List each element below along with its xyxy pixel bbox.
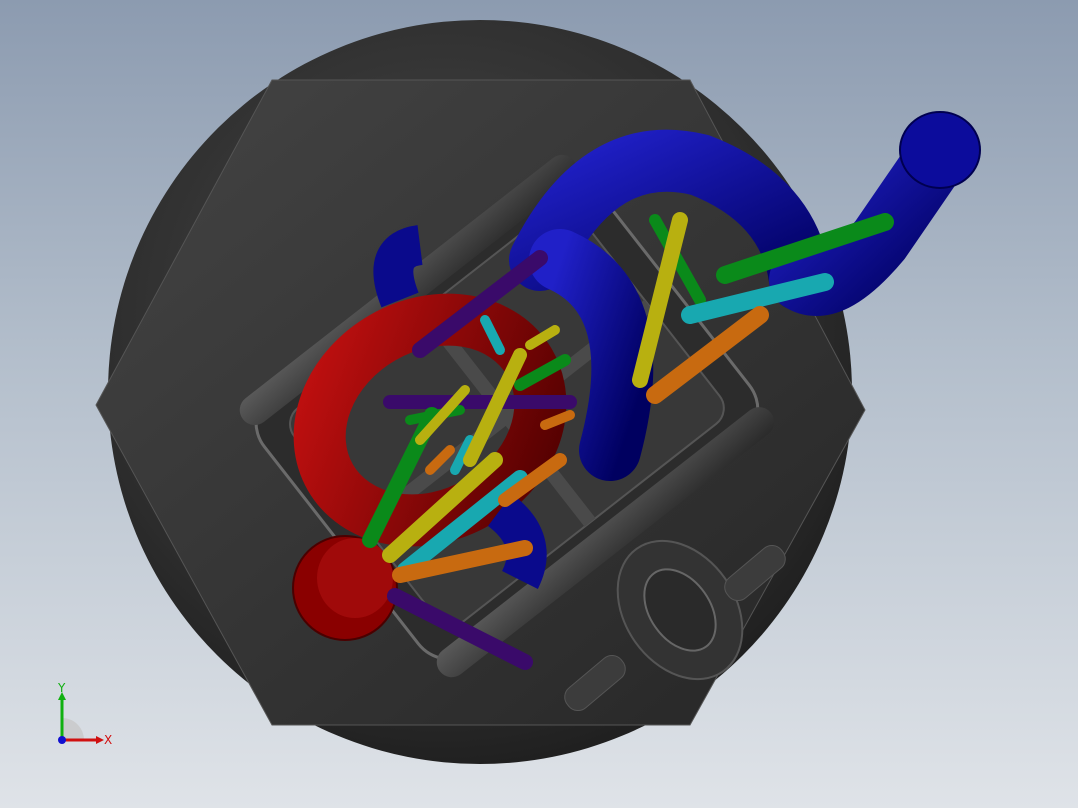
z-axis [58,736,66,744]
3d-model-render[interactable] [0,0,1078,808]
x-axis-label: X [104,733,112,747]
axis-triad: Y X [57,681,112,747]
graphics-viewport[interactable]: Y X [0,0,1078,808]
triad-arc [62,718,84,740]
x-arrow [96,736,104,744]
y-axis-label: Y [57,681,66,695]
